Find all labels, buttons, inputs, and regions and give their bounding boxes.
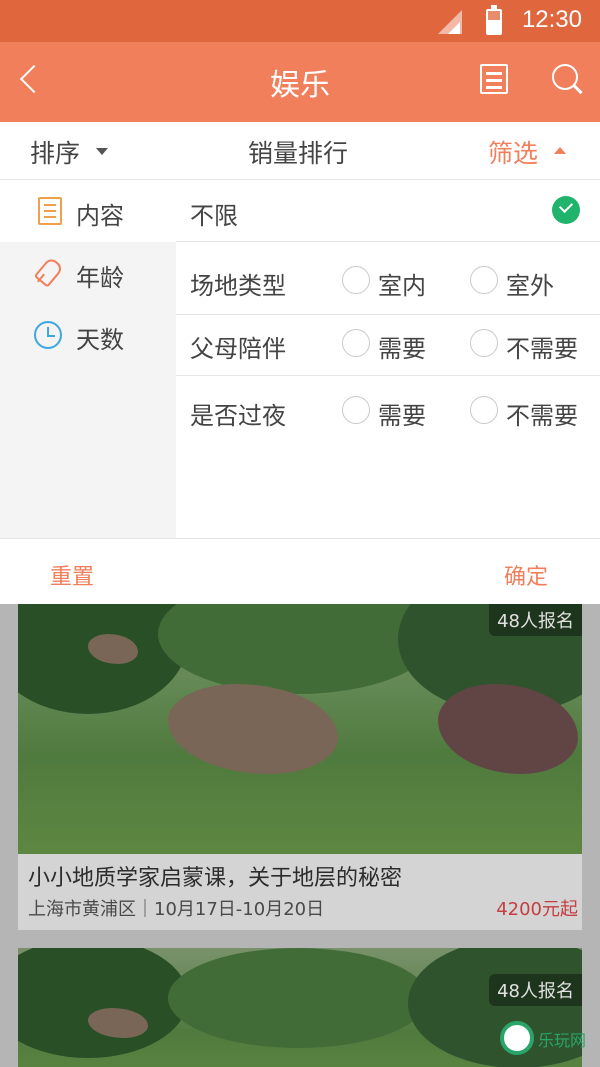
reset-button[interactable]: 重置 [50, 559, 94, 591]
watermark-text: 乐玩网 [538, 1031, 587, 1050]
page-title: 娱乐 [270, 68, 330, 103]
app-header: 娱乐 [0, 42, 600, 122]
sort-bar: 排序 销量排行 筛选 [0, 122, 600, 180]
option-label: 需要 [378, 335, 426, 363]
activity-title: 小小地质学家启蒙课，关于地层的秘密 [28, 866, 403, 891]
activity-photo: 48人报名 [18, 948, 582, 1067]
filter-panel: 内容 年龄 天数 不限 场地类型 室内 室外 父母陪伴 需要 不需要 是否过夜 … [0, 180, 600, 538]
activity-card[interactable]: 48人报名 [18, 948, 582, 1067]
clock-icon [34, 321, 62, 349]
category-label: 年龄 [76, 264, 124, 292]
sales-ranking-tab[interactable]: 销量排行 [248, 134, 348, 170]
activity-list: 48人报名 小小地质学家启蒙课，关于地层的秘密 上海市黄浦区｜10月17日-10… [0, 604, 600, 1067]
status-bar: 12:30 [0, 0, 600, 42]
option-label: 室内 [378, 272, 426, 300]
filter-category-sidebar: 内容 年龄 天数 [0, 180, 176, 538]
battery-icon [486, 5, 502, 35]
search-icon[interactable] [550, 62, 584, 96]
category-age[interactable]: 年龄 [0, 242, 176, 304]
signup-count-badge: 48人报名 [489, 974, 582, 1006]
category-label: 内容 [76, 202, 124, 230]
confirm-button[interactable]: 确定 [504, 559, 548, 591]
signup-count-badge: 48人报名 [489, 604, 582, 636]
radio-button[interactable] [342, 329, 370, 357]
sort-dropdown[interactable]: 排序 [30, 134, 80, 170]
option-label: 不需要 [506, 402, 578, 430]
radio-button[interactable] [342, 396, 370, 424]
activity-location-date: 上海市黄浦区｜10月17日-10月20日 [28, 899, 325, 920]
filter-row-label: 是否过夜 [190, 402, 286, 430]
radio-button[interactable] [470, 266, 498, 294]
filter-options: 不限 场地类型 室内 室外 父母陪伴 需要 不需要 是否过夜 需要 不需要 [176, 180, 600, 538]
calendar-icon[interactable] [480, 64, 508, 94]
unlimited-option[interactable]: 不限 [176, 180, 600, 242]
unlimited-label: 不限 [190, 202, 238, 230]
radio-button[interactable] [342, 266, 370, 294]
activity-card[interactable]: 48人报名 小小地质学家启蒙课，关于地层的秘密 上海市黄浦区｜10月17日-10… [18, 604, 582, 930]
filter-row-label: 场地类型 [190, 272, 286, 300]
option-label: 需要 [378, 402, 426, 430]
filter-row-parent: 父母陪伴 需要 不需要 [176, 315, 600, 376]
activity-price: 4200元起 [496, 899, 578, 920]
filter-toggle[interactable]: 筛选 [488, 134, 538, 170]
filter-row-overnight: 是否过夜 需要 不需要 [176, 376, 600, 446]
caret-down-icon[interactable] [96, 148, 108, 155]
document-list-icon [38, 197, 62, 225]
category-label: 天数 [76, 326, 124, 354]
radio-button[interactable] [470, 329, 498, 357]
watermark: 乐玩网 [500, 1021, 592, 1057]
filter-row-venue: 场地类型 室内 室外 [176, 242, 600, 315]
radio-button[interactable] [470, 396, 498, 424]
filter-footer: 重置 确定 [0, 538, 600, 604]
popsicle-icon [34, 259, 62, 287]
option-label: 不需要 [506, 335, 578, 363]
filter-row-label: 父母陪伴 [190, 335, 286, 363]
check-circle-icon[interactable] [552, 196, 580, 224]
option-label: 室外 [506, 272, 554, 300]
category-days[interactable]: 天数 [0, 304, 176, 366]
activity-photo: 48人报名 [18, 604, 582, 854]
logo-icon [500, 1021, 534, 1055]
signal-strength-icon [448, 22, 460, 34]
caret-up-icon[interactable] [554, 147, 566, 154]
status-time: 12:30 [521, 6, 582, 33]
category-content[interactable]: 内容 [0, 180, 176, 242]
